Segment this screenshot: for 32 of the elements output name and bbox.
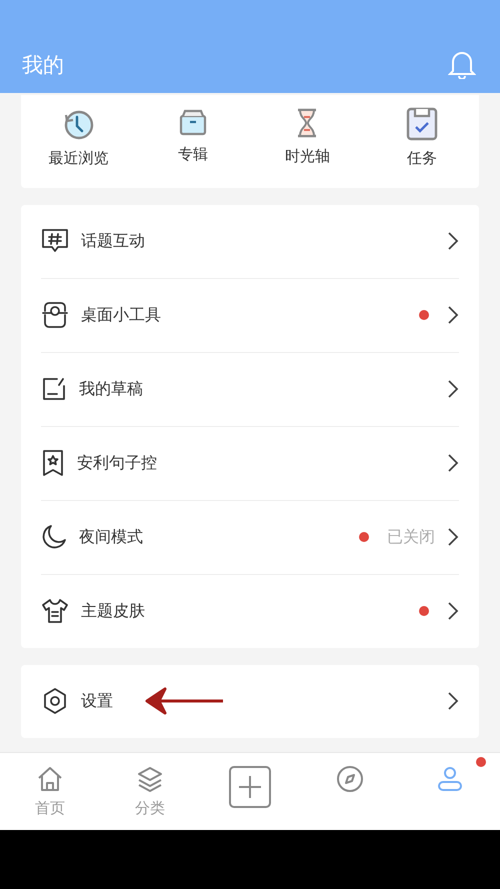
settings-item[interactable]: 设置 [41, 664, 459, 738]
chevron-right-icon [447, 691, 459, 712]
layers-icon [136, 764, 164, 793]
chevron-right-icon [447, 527, 459, 548]
menu-item[interactable]: 话题互动 [41, 204, 459, 279]
shortcut-item[interactable]: 最近浏览 [28, 106, 128, 168]
user-icon [436, 764, 464, 793]
add-icon [228, 764, 272, 809]
edit-icon [41, 376, 67, 402]
moon-icon [41, 524, 67, 550]
chevron-right-icon [447, 231, 459, 252]
chevron-right-icon [447, 379, 459, 400]
hashtag-icon [41, 228, 69, 254]
menu-item[interactable]: 我的草稿 [41, 352, 459, 427]
compass-icon [336, 764, 364, 793]
chevron-right-icon [447, 601, 459, 622]
shirt-icon [41, 598, 69, 624]
menu-item[interactable]: 安利句子控 [41, 426, 459, 501]
shortcut-item[interactable]: 任务 [372, 106, 472, 168]
menu-item[interactable]: 夜间模式 已关闭 [41, 500, 459, 575]
page-title: 我的 [22, 52, 64, 79]
home-icon [36, 764, 64, 793]
chevron-right-icon [447, 305, 459, 326]
menu-item[interactable]: 主题皮肤 [41, 574, 459, 648]
menu-item[interactable]: 桌面小工具 [41, 278, 459, 353]
shortcut-item[interactable]: 时光轴 [257, 106, 358, 168]
settings-icon [41, 687, 69, 716]
bookmark-star-icon [41, 449, 65, 478]
task-clipboard-icon [406, 106, 438, 141]
shortcut-item[interactable]: 专辑 [142, 106, 243, 168]
widget-icon [41, 301, 69, 330]
chevron-right-icon [447, 453, 459, 474]
